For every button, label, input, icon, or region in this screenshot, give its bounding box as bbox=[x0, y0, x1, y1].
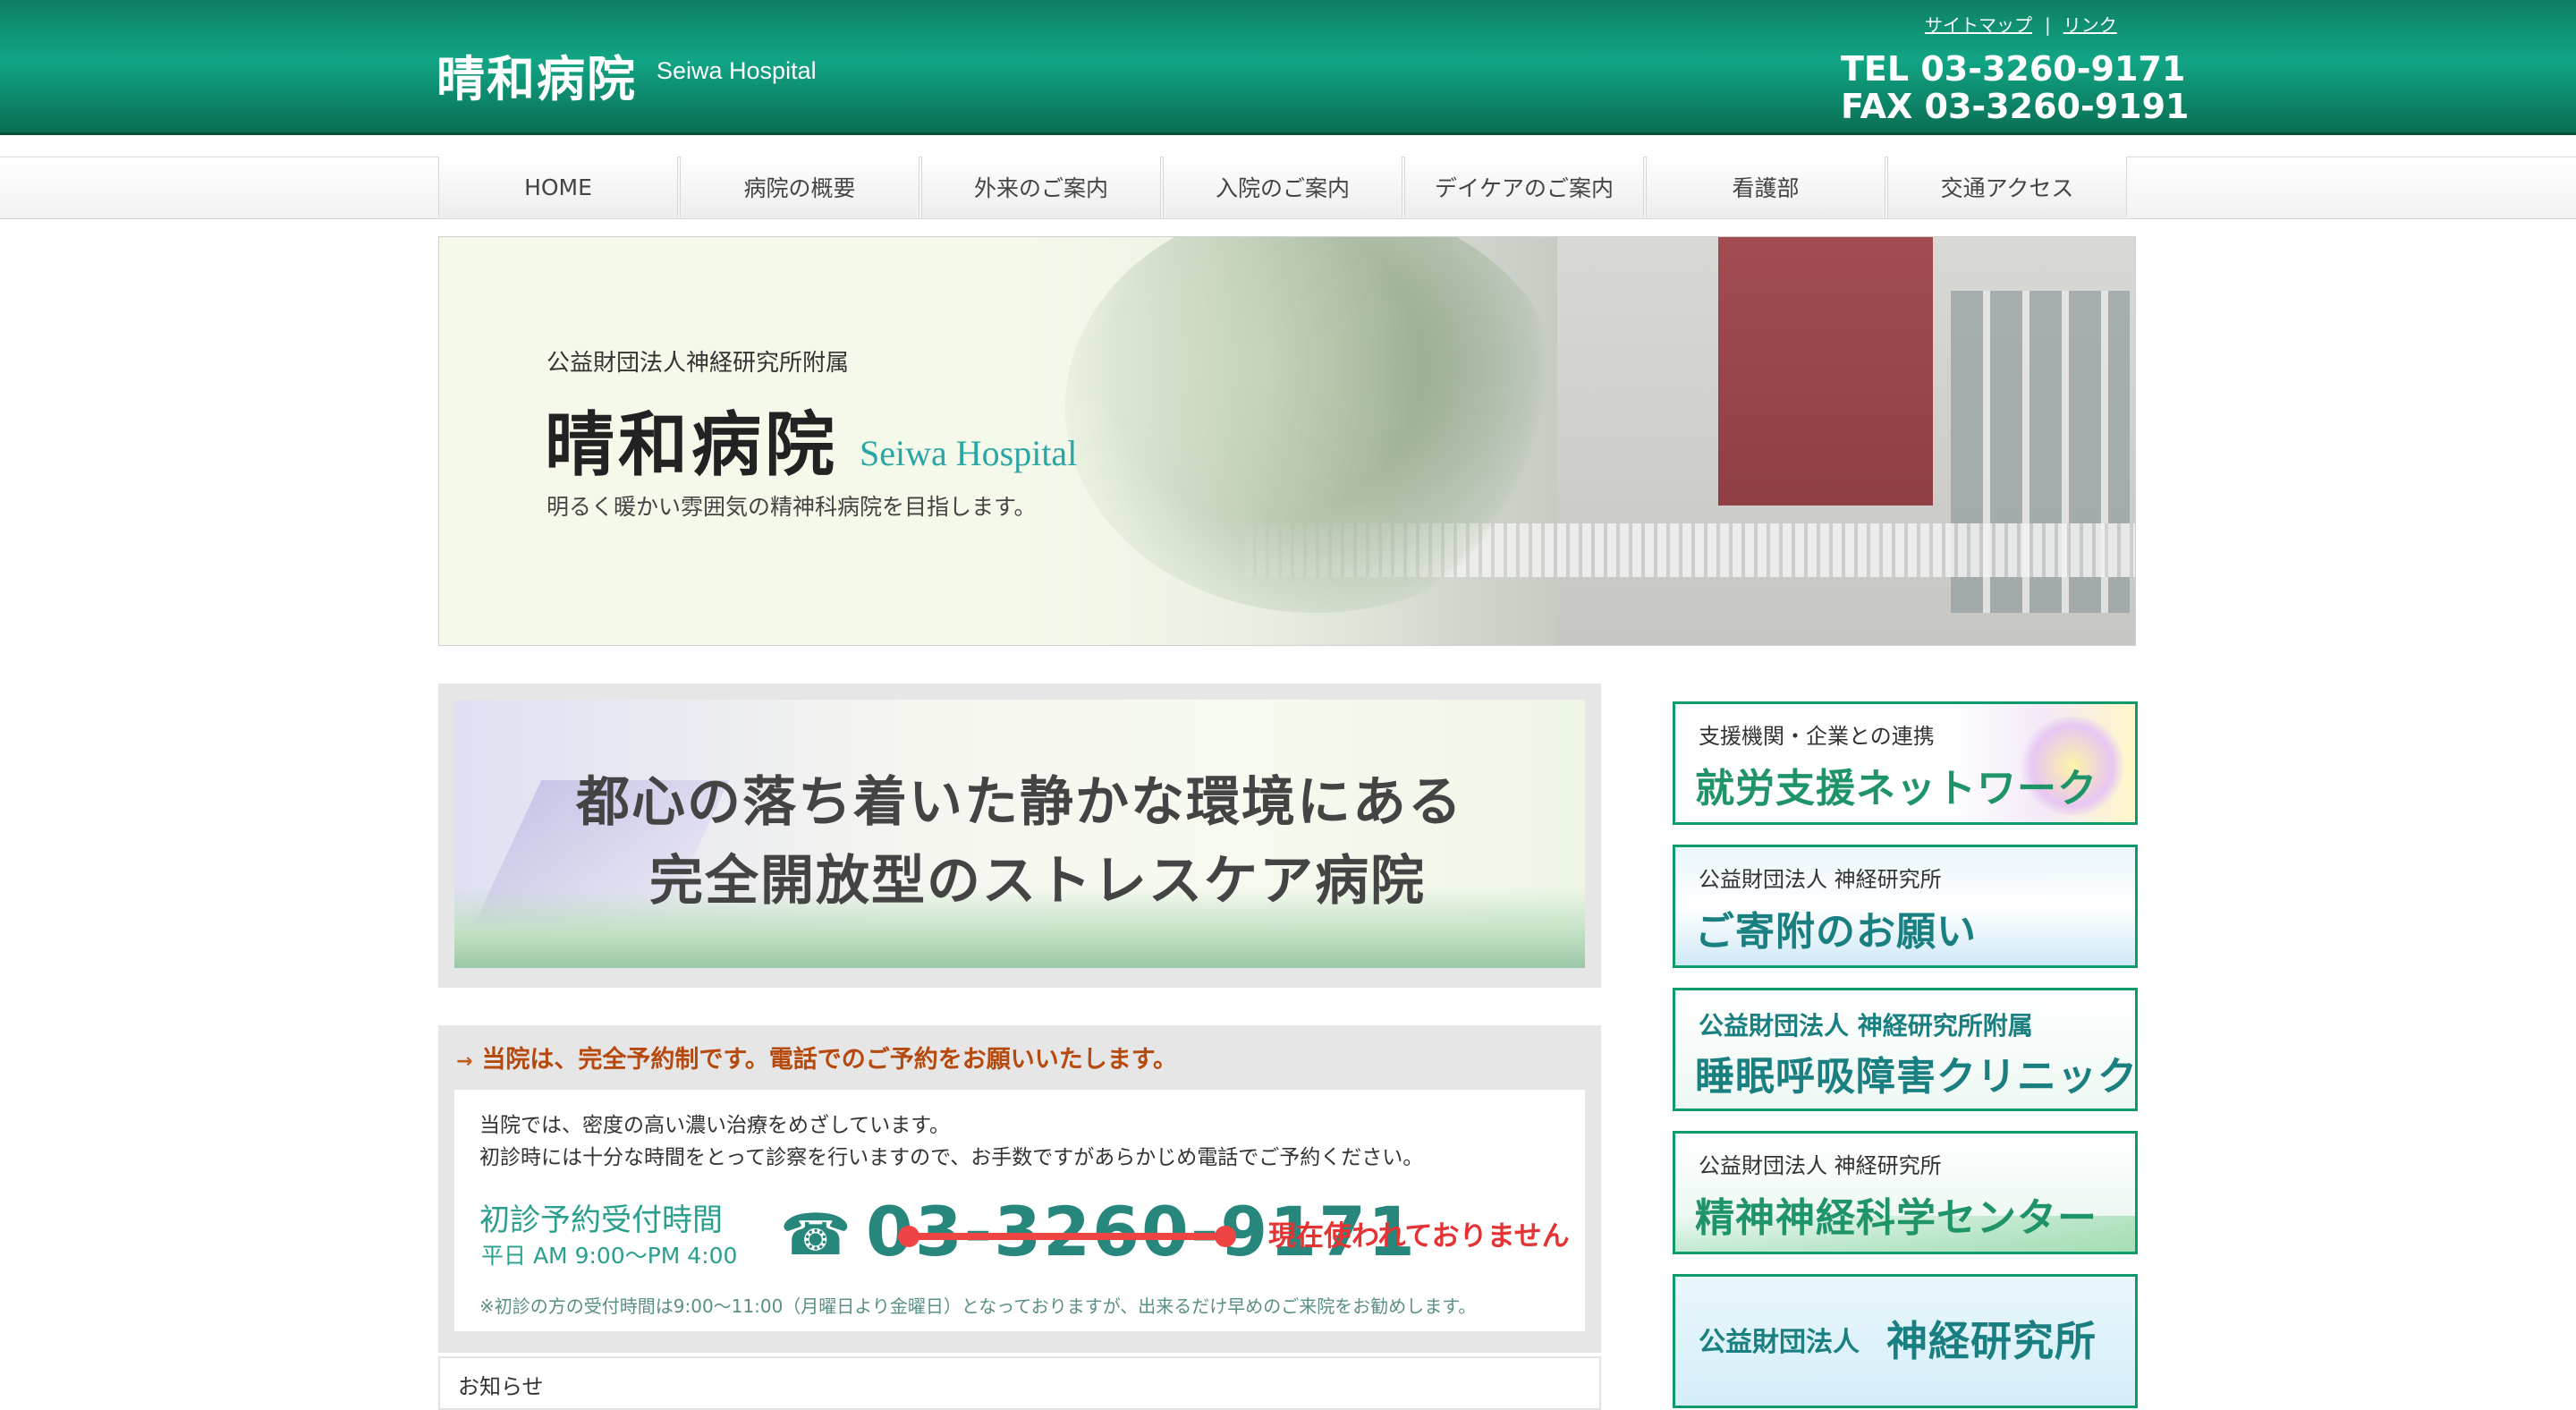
link-separator: | bbox=[2045, 14, 2051, 36]
sidebar-banner-neurology-institute[interactable]: 公益財団法人 神経研究所 bbox=[1673, 1274, 2138, 1408]
fax-number: FAX 03-3260-9191 bbox=[1841, 87, 2190, 126]
reservation-body: 当院では、密度の高い濃い治療をめざしています。 初診時には十分な時間をとって診察… bbox=[454, 1090, 1585, 1331]
sidebar-banner-title: 精神神経科学センター bbox=[1695, 1195, 2097, 1241]
arrow-right-icon: → bbox=[456, 1050, 473, 1073]
banner-headline-1: 都心の落ち着いた静かな環境にある bbox=[576, 771, 1463, 834]
news-section: お知らせ bbox=[438, 1356, 1601, 1410]
sidebar-banner-sleep-clinic[interactable]: 公益財団法人 神経研究所附属 睡眠呼吸障害クリニック bbox=[1673, 988, 2138, 1111]
links-link[interactable]: リンク bbox=[2063, 14, 2117, 36]
reservation-text-1: 当院では、密度の高い濃い治療をめざしています。 bbox=[479, 1114, 951, 1137]
nav-item-inpatient[interactable]: 入院のご案内 bbox=[1163, 157, 1402, 217]
sidebar-banner-caption: 支援機関・企業との連携 bbox=[1699, 724, 1935, 749]
sidebar-banner-employment-network[interactable]: 支援機関・企業との連携 就労支援ネットワーク bbox=[1673, 701, 2138, 825]
nav-item-home[interactable]: HOME bbox=[438, 157, 678, 217]
nav-item-daycare[interactable]: デイケアのご案内 bbox=[1404, 157, 1644, 217]
sidebar-banner-neuroscience-center[interactable]: 公益財団法人 神経研究所 精神神経科学センター bbox=[1673, 1131, 2138, 1254]
main-banner: 都心の落ち着いた静かな環境にある 完全開放型のストレスケア病院 bbox=[454, 700, 1585, 968]
strike-dot-right bbox=[1215, 1226, 1236, 1247]
reservation-box: → 当院は、完全予約制です。電話でのご予約をお願いいたします。 当院では、密度の高… bbox=[438, 1025, 1601, 1353]
telephone-icon: ☎ bbox=[780, 1202, 852, 1269]
utility-links: サイトマップ | リンク bbox=[1925, 11, 2117, 37]
strike-dot-left bbox=[898, 1226, 919, 1247]
site-logo-subtitle: Seiwa Hospital bbox=[657, 57, 817, 84]
sidebar-banner-title: 就労支援ネットワーク bbox=[1695, 766, 2097, 811]
contact-numbers: TEL 03-3260-9171 FAX 03-3260-9191 bbox=[1841, 49, 2190, 126]
hero-subtitle: 公益財団法人神経研究所附属 bbox=[547, 350, 850, 377]
hero-image: 公益財団法人神経研究所附属 晴和病院 Seiwa Hospital 明るく暖かい… bbox=[438, 236, 2136, 646]
tel-number: TEL 03-3260-9171 bbox=[1841, 49, 2186, 89]
site-logo-title[interactable]: 晴和病院 bbox=[436, 39, 637, 110]
sidebar-banner-title: 神経研究所 bbox=[1886, 1317, 2097, 1365]
reservation-footnote: ※初診の方の受付時間は9:00〜11:00（月曜日より金曜日）となっておりますが… bbox=[479, 1295, 1477, 1317]
main-nav: HOME 病院の概要 外来のご案内 入院のご案内 デイケアのご案内 看護部 交通… bbox=[438, 157, 2129, 217]
banner-headline-2: 完全開放型のストレスケア病院 bbox=[649, 850, 1426, 913]
reservation-hours-label: 初診予約受付時間 bbox=[479, 1202, 723, 1238]
reservation-heading-text: 当院は、完全予約制です。電話でのご予約をお願いいたします。 bbox=[481, 1046, 1178, 1074]
news-title: お知らせ bbox=[458, 1374, 544, 1399]
reservation-hours: 平日 AM 9:00〜PM 4:00 bbox=[481, 1243, 738, 1269]
hero-brick-wall bbox=[1718, 237, 1933, 505]
sidebar-banner-caption: 公益財団法人 神経研究所 bbox=[1699, 1153, 1942, 1178]
main-banner-frame: 都心の落ち着いた静かな環境にある 完全開放型のストレスケア病院 bbox=[438, 684, 1601, 988]
hero-title: 晴和病院 bbox=[545, 404, 839, 486]
nav-item-outpatient[interactable]: 外来のご案内 bbox=[921, 157, 1161, 217]
reservation-text-2: 初診時には十分な時間をとって診察を行いますので、お手数ですがあらかじめ電話でご予… bbox=[479, 1146, 1424, 1169]
nav-item-access[interactable]: 交通アクセス bbox=[1887, 157, 2127, 217]
strike-through-line bbox=[905, 1233, 1225, 1240]
sidebar-banner-title: ご寄附のお願い bbox=[1695, 909, 1977, 955]
reservation-heading: → 当院は、完全予約制です。電話でのご予約をお願いいたします。 bbox=[456, 1040, 1177, 1074]
sidebar-banner-title: 睡眠呼吸障害クリニック bbox=[1695, 1054, 2138, 1100]
sitemap-link[interactable]: サイトマップ bbox=[1925, 14, 2032, 36]
sidebar-banner-caption: 公益財団法人 bbox=[1699, 1327, 1860, 1358]
out-of-service-notice: 現在使われておりません bbox=[1268, 1220, 1570, 1253]
nav-item-about[interactable]: 病院の概要 bbox=[680, 157, 919, 217]
hero-title-en: Seiwa Hospital bbox=[860, 433, 1078, 473]
sidebar-banner-caption: 公益財団法人 神経研究所附属 bbox=[1699, 1011, 2033, 1041]
nav-item-nursing[interactable]: 看護部 bbox=[1646, 157, 1885, 217]
site-header: 晴和病院 Seiwa Hospital サイトマップ | リンク TEL 03-32… bbox=[0, 0, 2576, 135]
sidebar-banner-caption: 公益財団法人 神経研究所 bbox=[1699, 867, 1942, 892]
sidebar-banner-donation[interactable]: 公益財団法人 神経研究所 ご寄附のお願い bbox=[1673, 845, 2138, 968]
hero-tagline: 明るく暖かい雰囲気の精神科病院を目指します。 bbox=[547, 494, 1037, 520]
